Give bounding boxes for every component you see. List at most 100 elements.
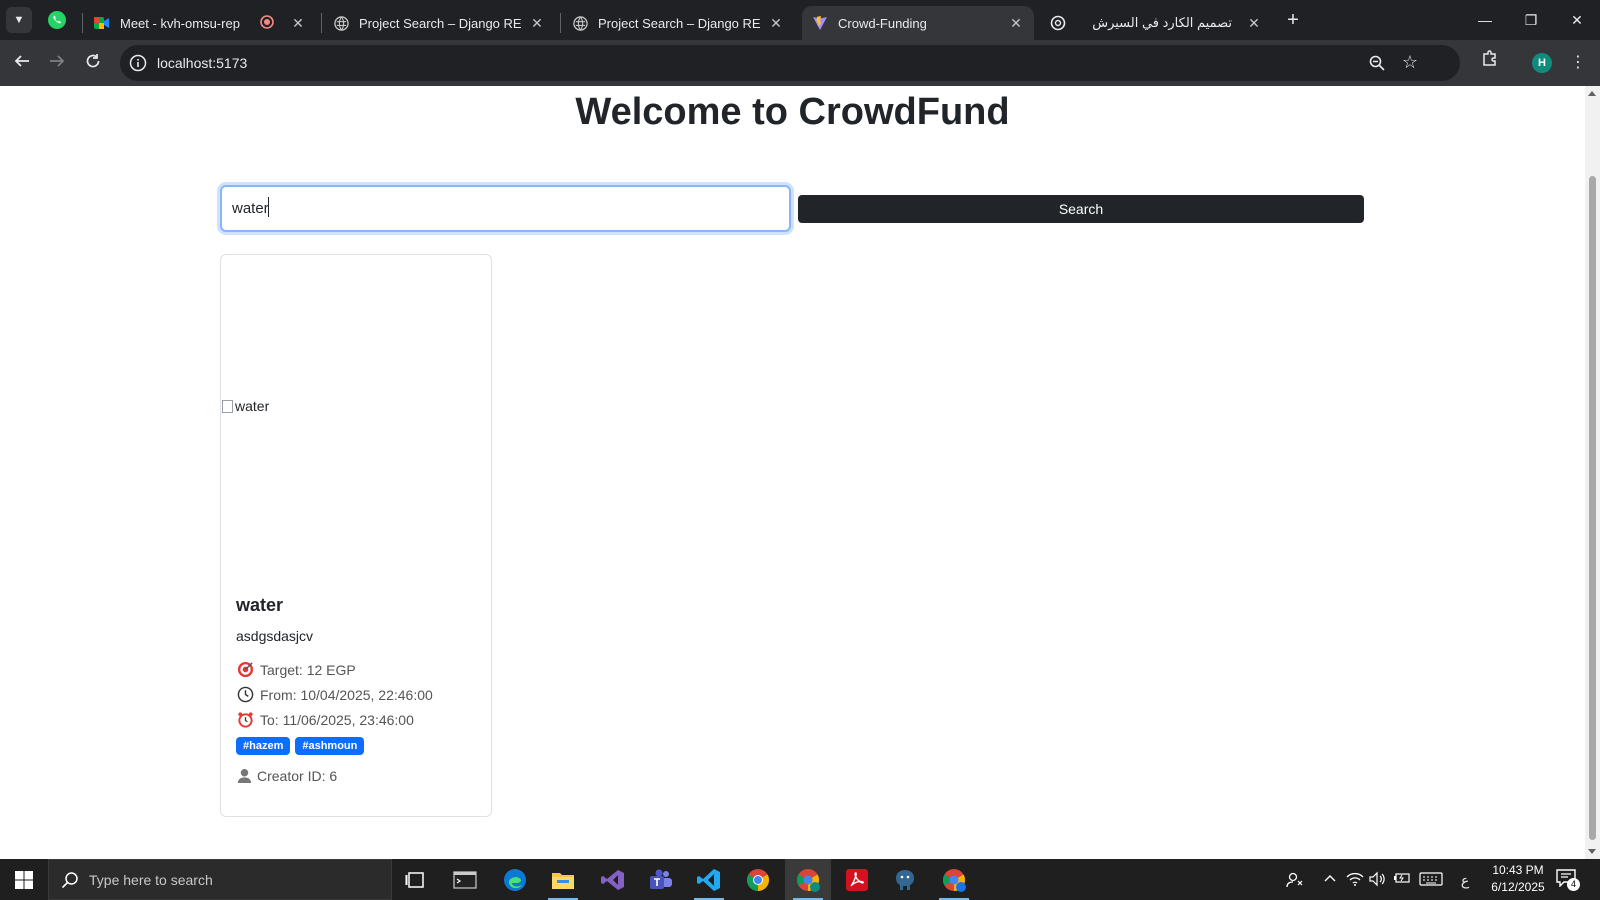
tab-separator: [82, 13, 83, 33]
project-card[interactable]: water water asdgsdasjcv Target: 12 EGP F…: [220, 254, 492, 817]
address-bar[interactable]: localhost:5173 ☆: [120, 45, 1460, 81]
windows-taskbar: Type here to search ع 10:43 PM 6/12/2025…: [0, 859, 1600, 900]
project-meta: Target: 12 EGP From: 10/04/2025, 22:46:0…: [236, 657, 481, 788]
people-icon[interactable]: [1286, 871, 1304, 889]
minimize-button[interactable]: —: [1462, 0, 1508, 40]
clock-date: 6/12/2025: [1491, 880, 1545, 894]
browser-menu-icon[interactable]: ⋮: [1564, 49, 1592, 77]
alarm-clock-icon: [236, 711, 254, 729]
tab-crowd-funding[interactable]: Crowd-Funding ✕: [802, 6, 1034, 40]
tag-badge: #hazem: [236, 737, 291, 755]
chatgpt-icon: [1050, 15, 1066, 31]
search-icon: [61, 871, 79, 889]
start-button[interactable]: [0, 859, 48, 900]
close-window-button[interactable]: ✕: [1554, 0, 1600, 40]
whatsapp-icon: [48, 11, 66, 29]
acrobat-icon: [846, 868, 868, 891]
tag-badge: #ashmoun: [295, 737, 365, 755]
clock-icon: [236, 686, 254, 704]
globe-icon: [333, 15, 349, 31]
text-caret: [268, 197, 269, 217]
taskbar-search-placeholder: Type here to search: [89, 872, 213, 888]
forward-button[interactable]: [43, 49, 71, 77]
scroll-thumb[interactable]: [1589, 176, 1596, 840]
tab-title: Crowd-Funding: [838, 15, 927, 31]
close-icon[interactable]: ✕: [1008, 15, 1024, 31]
taskbar-acrobat[interactable]: [834, 859, 880, 900]
project-end-date: To: 11/06/2025, 23:46:00: [236, 707, 481, 732]
zoom-icon[interactable]: [1368, 54, 1386, 72]
battery-icon[interactable]: [1393, 871, 1411, 889]
vite-icon: [812, 15, 828, 31]
taskbar-terminal[interactable]: [442, 859, 488, 900]
taskbar-search[interactable]: Type here to search: [48, 859, 392, 900]
reload-button[interactable]: [79, 49, 107, 77]
tab-project-search-2[interactable]: Project Search – Django REST fr ✕: [562, 6, 794, 40]
restore-button[interactable]: ❐: [1508, 0, 1554, 40]
tab-chatgpt[interactable]: تصميم الكارد في السيرش ✕: [1040, 6, 1272, 40]
back-button[interactable]: [8, 49, 36, 77]
arrow-right-icon: [50, 55, 65, 67]
whatsapp-pinned-tab[interactable]: [46, 9, 68, 31]
taskbar-pgadmin[interactable]: [882, 859, 928, 900]
page-title: Welcome to CrowdFund: [575, 91, 1010, 133]
tab-separator: [321, 13, 322, 33]
project-image: water: [221, 255, 491, 575]
project-start-date: From: 10/04/2025, 22:46:00: [236, 682, 481, 707]
target-text: Target: 12 EGP: [260, 661, 356, 678]
volume-icon[interactable]: [1369, 871, 1387, 889]
notification-count-badge: 4: [1567, 878, 1580, 891]
start-date-text: From: 10/04/2025, 22:46:00: [260, 686, 433, 703]
page-viewport: Welcome to CrowdFund Search water water …: [0, 86, 1585, 859]
close-icon[interactable]: ✕: [768, 15, 784, 31]
taskbar-chrome[interactable]: [735, 859, 781, 900]
page-scrollbar[interactable]: [1585, 86, 1600, 859]
tab-title: Project Search – Django REST fr: [598, 15, 760, 31]
profile-avatar[interactable]: H: [1532, 53, 1552, 73]
taskbar-edge[interactable]: [492, 859, 538, 900]
network-icon[interactable]: [1346, 871, 1364, 889]
search-button[interactable]: Search: [798, 195, 1364, 223]
chrome-profile-icon: [797, 868, 820, 892]
new-tab-button[interactable]: +: [1280, 8, 1306, 34]
bookmark-star-icon[interactable]: ☆: [1402, 52, 1418, 73]
close-icon[interactable]: ✕: [529, 15, 545, 31]
teams-icon: [650, 869, 672, 889]
input-language-indicator[interactable]: ع: [1456, 871, 1474, 889]
tab-separator: [560, 13, 561, 33]
folder-icon: [552, 872, 574, 889]
taskbar-visual-studio[interactable]: [590, 859, 636, 900]
close-icon[interactable]: ✕: [290, 15, 306, 31]
chevron-up-icon[interactable]: [1321, 871, 1339, 889]
taskbar-chrome-2[interactable]: [931, 859, 977, 900]
close-icon[interactable]: ✕: [1246, 15, 1262, 31]
extensions-icon[interactable]: [1476, 49, 1504, 77]
keyboard-icon[interactable]: [1418, 871, 1444, 889]
scroll-up-arrow[interactable]: [1588, 91, 1596, 96]
project-creator: Creator ID: 6: [236, 763, 481, 788]
taskbar-vscode[interactable]: [686, 859, 732, 900]
chrome-icon: [747, 868, 769, 891]
notification-center-button[interactable]: 4: [1556, 869, 1580, 891]
search-input[interactable]: [220, 185, 791, 232]
scroll-down-arrow[interactable]: [1588, 849, 1596, 854]
end-date-text: To: 11/06/2025, 23:46:00: [260, 711, 414, 728]
windows-logo-icon: [15, 870, 33, 889]
tab-project-search-1[interactable]: Project Search – Django REST fr ✕: [323, 6, 555, 40]
broken-image-icon: [222, 399, 233, 413]
taskbar-clock[interactable]: 10:43 PM 6/12/2025: [1476, 862, 1560, 896]
task-view-button[interactable]: [392, 859, 438, 900]
target-icon: [236, 661, 254, 679]
tab-meet[interactable]: Meet - kvh-omsu-rep ✕: [84, 6, 316, 40]
arrow-left-icon: [14, 55, 29, 67]
creator-text: Creator ID: 6: [257, 767, 338, 784]
reload-icon: [86, 54, 100, 68]
tab-title: Meet - kvh-omsu-rep: [120, 15, 240, 31]
globe-icon: [572, 15, 588, 31]
tab-search-menu-button[interactable]: ▼: [6, 7, 32, 33]
taskbar-file-explorer[interactable]: [540, 859, 586, 900]
visual-studio-icon: [601, 869, 624, 890]
taskbar-chrome-profile-h[interactable]: [785, 859, 831, 900]
site-info-icon[interactable]: [129, 54, 147, 72]
taskbar-teams[interactable]: [638, 859, 684, 900]
